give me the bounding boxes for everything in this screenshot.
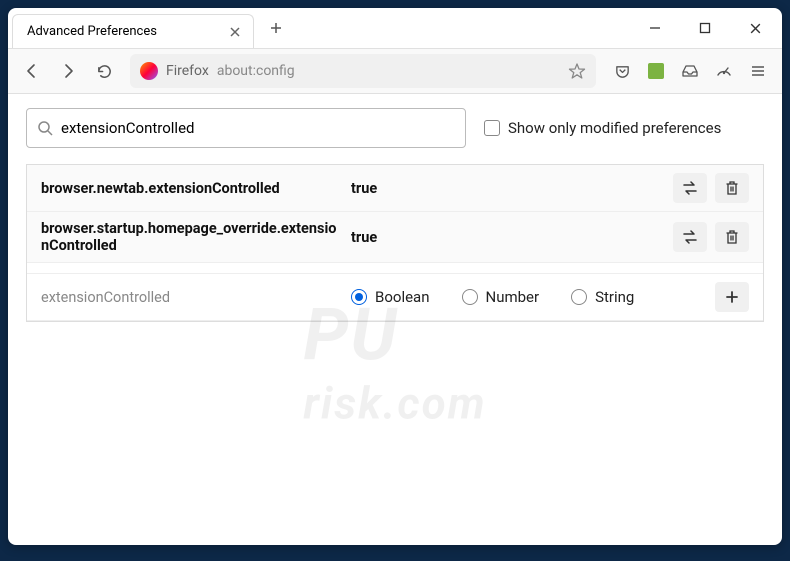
url-bar[interactable]: Firefox about:config bbox=[130, 54, 596, 88]
search-icon bbox=[37, 120, 53, 136]
pref-row[interactable]: browser.startup.homepage_override.extens… bbox=[27, 212, 763, 263]
close-tab-icon[interactable] bbox=[227, 24, 243, 40]
pocket-icon[interactable] bbox=[606, 55, 638, 87]
new-pref-name: extensionControlled bbox=[41, 289, 341, 306]
back-button[interactable] bbox=[16, 55, 48, 87]
delete-button[interactable] bbox=[715, 173, 749, 203]
forward-button[interactable] bbox=[52, 55, 84, 87]
search-input[interactable] bbox=[61, 119, 455, 137]
close-button[interactable] bbox=[732, 10, 778, 46]
pref-value: true bbox=[351, 180, 663, 197]
url-address: about:config bbox=[217, 63, 295, 79]
type-options: Boolean Number String bbox=[351, 288, 705, 306]
pref-actions bbox=[673, 173, 749, 203]
radio-label: Boolean bbox=[375, 288, 430, 306]
minimize-button[interactable] bbox=[632, 10, 678, 46]
toolbar-icons bbox=[606, 55, 774, 87]
radio-label: Number bbox=[486, 288, 540, 306]
menu-icon[interactable] bbox=[742, 55, 774, 87]
browser-tab[interactable]: Advanced Preferences bbox=[12, 14, 254, 48]
bookmark-star-icon[interactable] bbox=[568, 62, 586, 80]
type-string[interactable]: String bbox=[571, 288, 634, 306]
toggle-button[interactable] bbox=[673, 173, 707, 203]
maximize-button[interactable] bbox=[682, 10, 728, 46]
titlebar: Advanced Preferences bbox=[8, 8, 782, 48]
firefox-logo-icon bbox=[140, 62, 158, 80]
add-pref-row: extensionControlled Boolean Number Strin… bbox=[27, 273, 763, 321]
reload-button[interactable] bbox=[88, 55, 120, 87]
type-number[interactable]: Number bbox=[462, 288, 540, 306]
browser-window: Advanced Preferences bbox=[8, 8, 782, 545]
modified-only-label[interactable]: Show only modified preferences bbox=[484, 119, 721, 137]
checkbox-text: Show only modified preferences bbox=[508, 119, 721, 137]
pref-name: browser.newtab.extensionControlled bbox=[41, 180, 341, 197]
radio-icon[interactable] bbox=[462, 289, 478, 305]
radio-icon[interactable] bbox=[351, 289, 367, 305]
radio-label: String bbox=[595, 288, 634, 306]
preferences-list: browser.newtab.extensionControlled true … bbox=[26, 164, 764, 322]
modified-only-checkbox[interactable] bbox=[484, 120, 500, 136]
pref-actions bbox=[673, 222, 749, 252]
pref-name: browser.startup.homepage_override.extens… bbox=[41, 220, 341, 254]
pref-row[interactable]: browser.newtab.extensionControlled true bbox=[27, 165, 763, 212]
delete-button[interactable] bbox=[715, 222, 749, 252]
extension-icon[interactable] bbox=[640, 55, 672, 87]
search-box[interactable] bbox=[26, 108, 466, 148]
pref-value: true bbox=[351, 229, 663, 246]
radio-icon[interactable] bbox=[571, 289, 587, 305]
dashboard-icon[interactable] bbox=[708, 55, 740, 87]
add-button[interactable] bbox=[715, 282, 749, 312]
window-controls bbox=[632, 10, 778, 46]
url-brand: Firefox bbox=[166, 63, 209, 79]
toggle-button[interactable] bbox=[673, 222, 707, 252]
content-area: Show only modified preferences browser.n… bbox=[8, 94, 782, 545]
tab-title: Advanced Preferences bbox=[27, 24, 157, 39]
nav-toolbar: Firefox about:config bbox=[8, 48, 782, 94]
pref-actions bbox=[715, 282, 749, 312]
new-tab-button[interactable] bbox=[262, 14, 290, 42]
inbox-icon[interactable] bbox=[674, 55, 706, 87]
type-boolean[interactable]: Boolean bbox=[351, 288, 430, 306]
search-row: Show only modified preferences bbox=[26, 108, 764, 148]
